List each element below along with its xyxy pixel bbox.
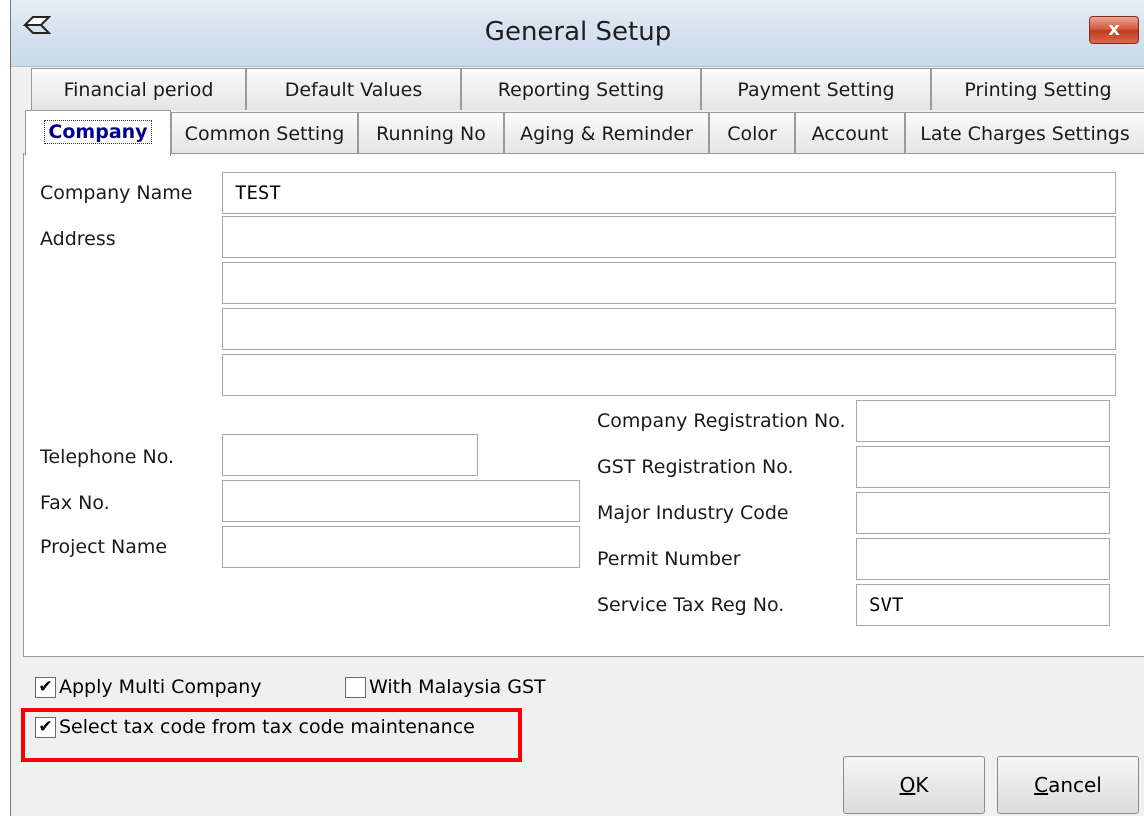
project-name-input[interactable] xyxy=(222,526,580,568)
company-name-label: Company Name xyxy=(40,182,193,204)
tab-late-charges-settings[interactable]: Late Charges Settings xyxy=(905,112,1144,154)
tab-label: Account xyxy=(811,123,889,145)
close-button[interactable]: x xyxy=(1089,16,1139,44)
tab-payment-setting[interactable]: Payment Setting xyxy=(701,68,931,110)
fax-label: Fax No. xyxy=(40,492,110,514)
telephone-input[interactable] xyxy=(222,434,478,476)
tab-color[interactable]: Color xyxy=(709,112,795,154)
gst-reg-input[interactable] xyxy=(856,446,1110,488)
tab-label: Financial period xyxy=(63,79,214,101)
tab-label: Aging & Reminder xyxy=(520,123,693,145)
tab-default-values[interactable]: Default Values xyxy=(246,68,461,110)
tab-label: Company xyxy=(44,120,152,144)
address-line-1-input[interactable] xyxy=(222,216,1116,258)
tab-aging-reminder[interactable]: Aging & Reminder xyxy=(504,112,709,154)
tab-label: Color xyxy=(727,123,777,145)
service-tax-input[interactable]: SVT xyxy=(856,584,1110,626)
tab-label: Running No xyxy=(376,123,486,145)
tab-label: Reporting Setting xyxy=(497,79,665,101)
address-line-4-input[interactable] xyxy=(222,354,1116,396)
project-name-label: Project Name xyxy=(40,536,168,558)
checkbox-label: Apply Multi Company xyxy=(59,676,262,698)
cancel-label: ancel xyxy=(1048,773,1102,797)
general-setup-window: General Setup x Financial period Default… xyxy=(10,0,1144,816)
ok-button[interactable]: OK xyxy=(843,756,985,814)
checkmark-icon: ✔ xyxy=(35,677,56,698)
apply-multi-company-checkbox[interactable]: ✔ Apply Multi Company xyxy=(35,676,262,702)
cancel-button[interactable]: Cancel xyxy=(997,756,1139,814)
address-label: Address xyxy=(40,228,116,250)
company-reg-input[interactable] xyxy=(856,400,1110,442)
service-tax-label: Service Tax Reg No. xyxy=(597,594,785,616)
window-title: General Setup xyxy=(484,17,672,47)
tab-label: Late Charges Settings xyxy=(920,123,1130,145)
checkbox-label: With Malaysia GST xyxy=(369,676,546,698)
tab-label: Common Setting xyxy=(184,123,345,145)
industry-code-input[interactable] xyxy=(856,492,1110,534)
with-malaysia-gst-checkbox[interactable]: With Malaysia GST xyxy=(345,676,546,702)
ok-mnemonic: O xyxy=(899,773,916,797)
tab-financial-period[interactable]: Financial period xyxy=(31,68,246,110)
company-name-input[interactable]: TEST xyxy=(222,172,1116,214)
tab-label: Default Values xyxy=(284,79,423,101)
tab-common-setting[interactable]: Common Setting xyxy=(171,112,358,154)
tab-label: Printing Setting xyxy=(964,79,1112,101)
cancel-mnemonic: C xyxy=(1034,773,1049,797)
telephone-label: Telephone No. xyxy=(40,446,175,468)
address-line-2-input[interactable] xyxy=(222,262,1116,304)
tab-reporting-setting[interactable]: Reporting Setting xyxy=(461,68,701,110)
tab-account[interactable]: Account xyxy=(795,112,905,154)
permit-number-label: Permit Number xyxy=(597,548,741,570)
ok-label: K xyxy=(915,773,929,797)
tab-running-no[interactable]: Running No xyxy=(358,112,504,154)
tab-company[interactable]: Company xyxy=(25,110,171,156)
gst-reg-label: GST Registration No. xyxy=(597,456,794,478)
fax-input[interactable] xyxy=(222,480,580,522)
tab-printing-setting[interactable]: Printing Setting xyxy=(931,68,1144,110)
permit-number-input[interactable] xyxy=(856,538,1110,580)
company-tab-panel: Company Name TEST Address Telephone No. … xyxy=(23,153,1144,657)
title-bar[interactable]: General Setup x xyxy=(11,0,1144,67)
empty-checkbox-icon xyxy=(345,677,366,698)
company-reg-label: Company Registration No. xyxy=(597,410,846,432)
address-line-3-input[interactable] xyxy=(222,308,1116,350)
industry-code-label: Major Industry Code xyxy=(597,502,789,524)
tab-label: Payment Setting xyxy=(737,79,895,101)
red-highlight-box xyxy=(21,708,522,762)
